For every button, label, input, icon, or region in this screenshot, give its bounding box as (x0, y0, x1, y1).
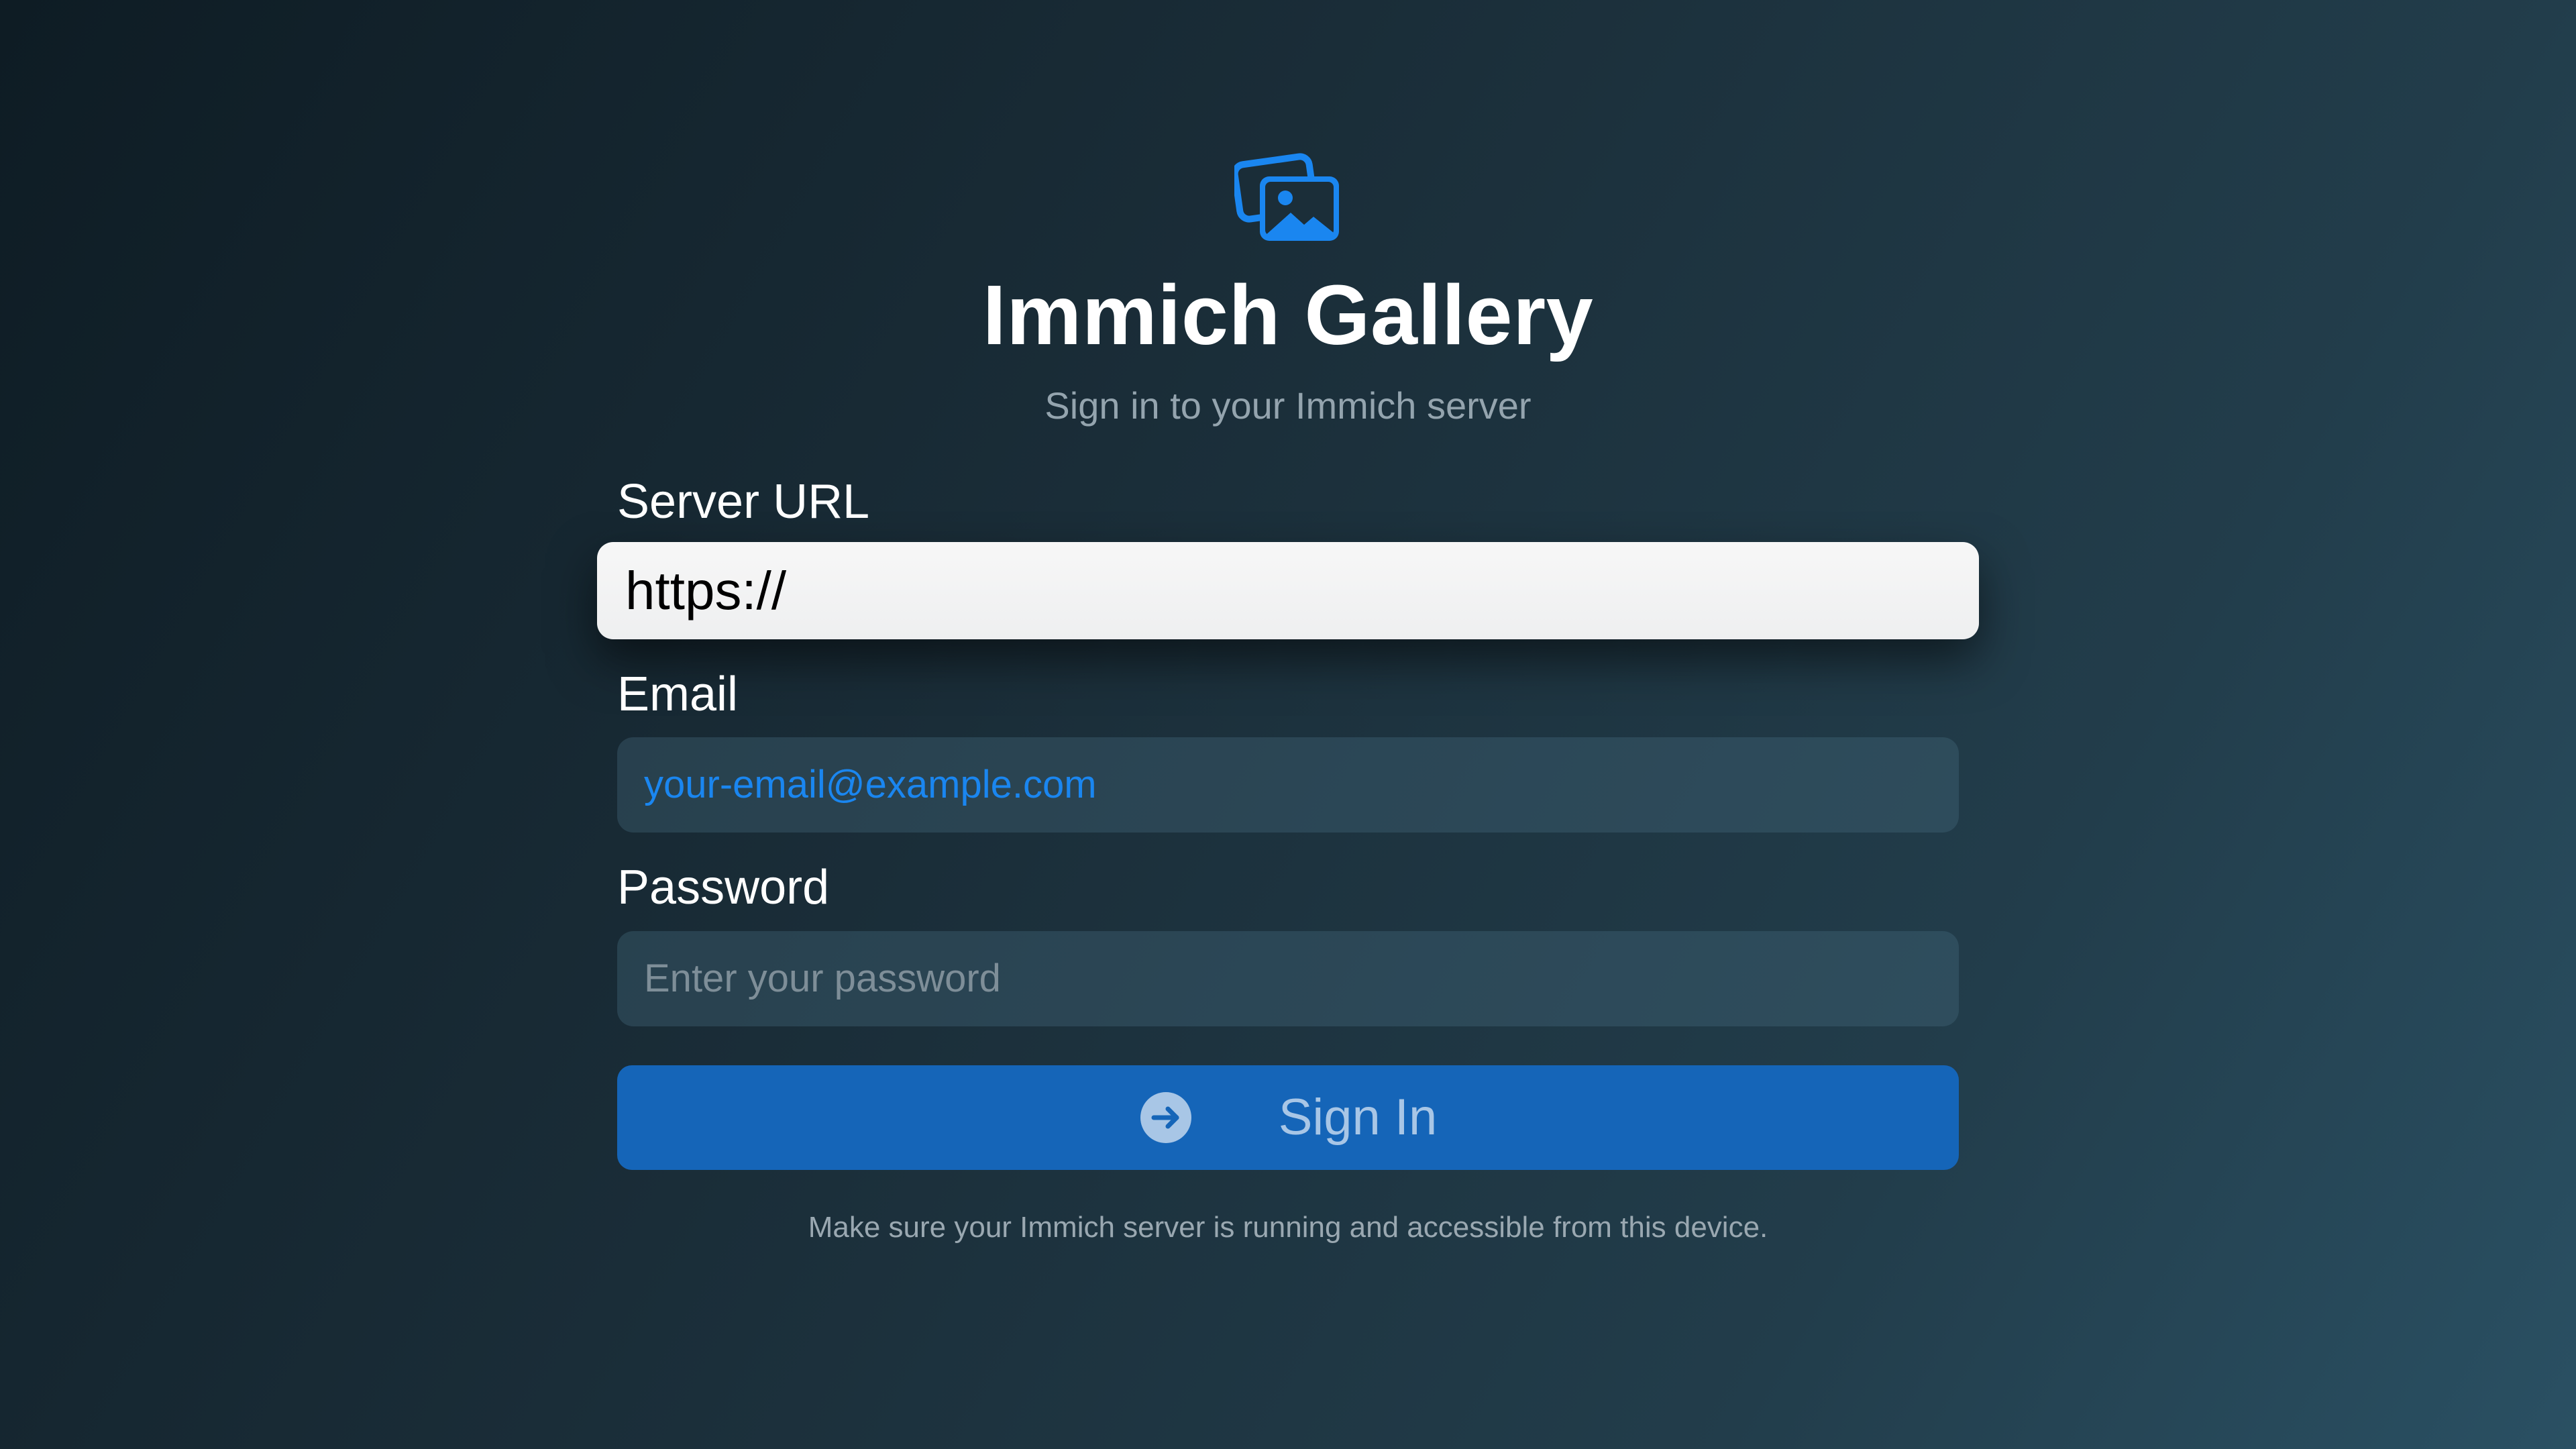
arrow-right-circle-icon (1140, 1092, 1191, 1143)
help-note: Make sure your Immich server is running … (808, 1211, 1768, 1244)
page-subtitle: Sign in to your Immich server (1044, 384, 1532, 427)
server-url-input[interactable]: https:// (597, 542, 1979, 639)
page-title: Immich Gallery (982, 268, 1594, 362)
password-label: Password (617, 861, 830, 914)
sign-in-label: Sign In (1278, 1089, 1438, 1146)
server-url-label: Server URL (617, 475, 870, 529)
sign-in-button[interactable]: Sign In (617, 1065, 1959, 1170)
email-label: Email (617, 667, 739, 721)
email-input[interactable]: your-email@example.com (617, 737, 1959, 833)
photo-stack-icon (1234, 153, 1339, 241)
password-input[interactable]: Enter your password (617, 931, 1959, 1026)
